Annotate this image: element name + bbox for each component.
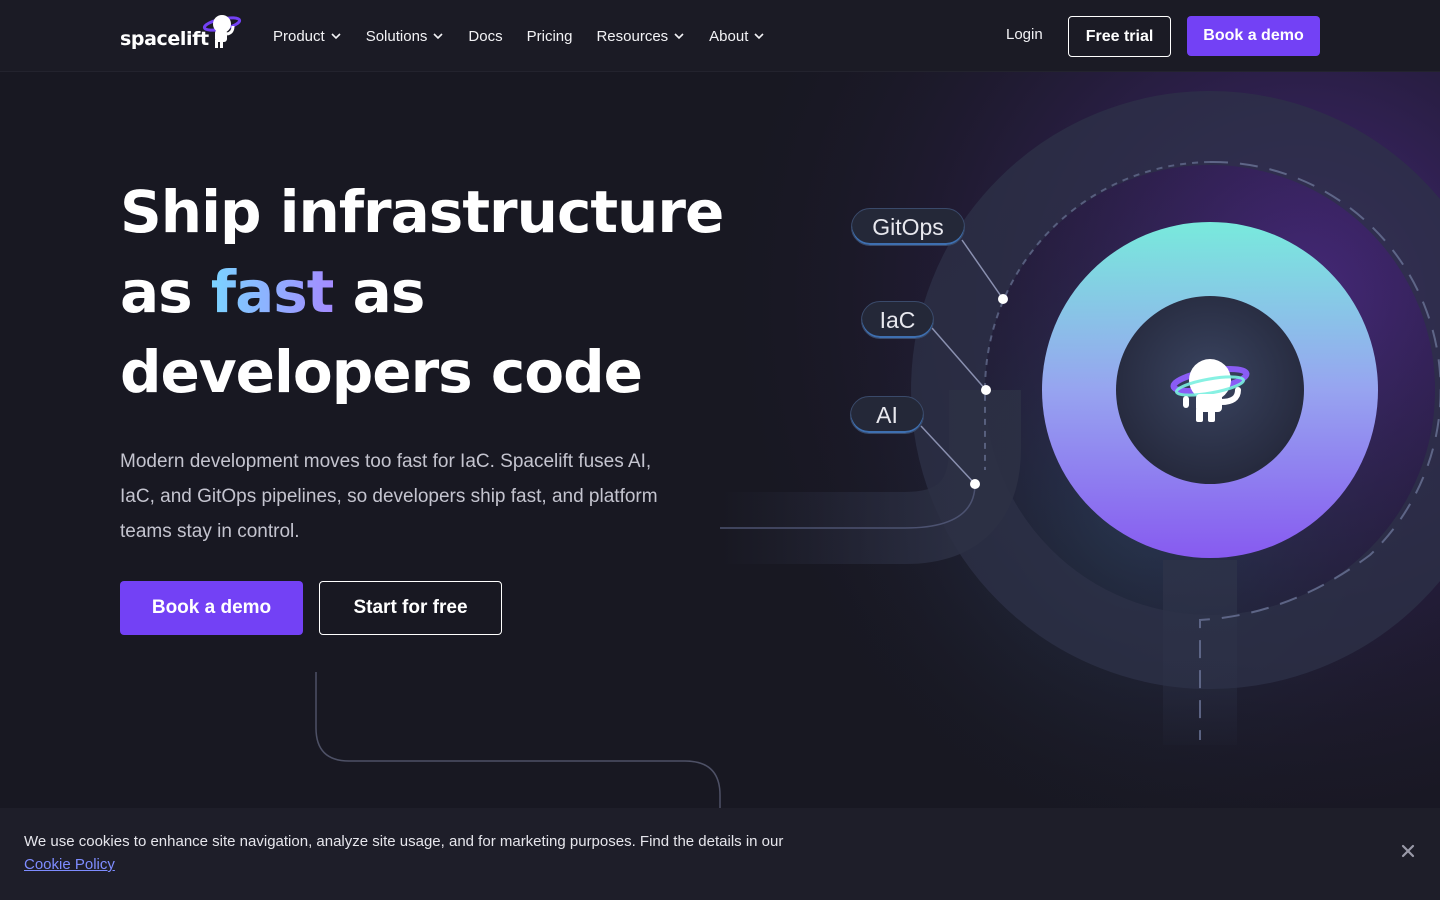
- nav-item-solutions[interactable]: Solutions: [366, 28, 445, 45]
- nav-item-label: Docs: [468, 27, 503, 45]
- nav-item-label: Solutions: [365, 27, 428, 45]
- nav-item-docs[interactable]: Docs: [468, 28, 502, 45]
- iac-tag: IaC: [861, 301, 934, 339]
- gitops-tag: GitOps: [851, 208, 965, 246]
- hero-title: Ship infrastructure as fast as developer…: [120, 172, 760, 412]
- login-link[interactable]: Login: [1006, 26, 1043, 43]
- close-icon[interactable]: [1400, 843, 1416, 859]
- book-demo-nav-button[interactable]: Book a demo: [1187, 16, 1320, 56]
- top-navigation: spacelift Product Solutions Docs Pricing…: [0, 0, 1440, 72]
- nav-item-label: Resources: [596, 27, 669, 45]
- chevron-down-icon: [331, 33, 341, 40]
- nav-item-resources[interactable]: Resources: [596, 28, 685, 45]
- cookie-message: We use cookies to enhance site navigatio…: [24, 830, 784, 876]
- spacelift-logo[interactable]: spacelift: [120, 12, 245, 58]
- logo-wordmark: spacelift: [120, 28, 209, 50]
- cookie-text: We use cookies to enhance site navigatio…: [24, 833, 784, 850]
- chevron-down-icon: [433, 33, 443, 40]
- chevron-down-icon: [674, 33, 684, 40]
- ai-tag: AI: [850, 396, 924, 434]
- astronaut-icon: [1170, 359, 1250, 422]
- nav-item-about[interactable]: About: [709, 28, 765, 45]
- chevron-down-icon: [754, 33, 764, 40]
- nav-item-label: About: [709, 27, 749, 45]
- hero-title-as2: as: [333, 258, 426, 326]
- hero-title-fast: fast: [210, 258, 335, 326]
- hero-subtitle: Modern development moves too fast for Ia…: [120, 451, 658, 542]
- start-for-free-button[interactable]: Start for free: [319, 581, 502, 635]
- nav-item-label: Product: [273, 27, 325, 45]
- cookie-banner: We use cookies to enhance site navigatio…: [0, 808, 1440, 900]
- cookie-policy-link[interactable]: Cookie Policy: [24, 856, 115, 873]
- hero-title-as: as: [120, 258, 211, 326]
- main-menu: Product Solutions Docs Pricing Resources…: [273, 0, 789, 72]
- nav-item-product[interactable]: Product: [273, 28, 342, 45]
- free-trial-button[interactable]: Free trial: [1068, 16, 1171, 57]
- book-demo-button[interactable]: Book a demo: [120, 581, 303, 635]
- nav-item-label: Pricing: [526, 27, 573, 45]
- hero-title-line1: Ship infrastructure: [120, 178, 724, 246]
- hero-title-line3: developers code: [120, 338, 643, 406]
- nav-item-pricing[interactable]: Pricing: [527, 28, 573, 45]
- astronaut-logo-icon: [202, 15, 242, 48]
